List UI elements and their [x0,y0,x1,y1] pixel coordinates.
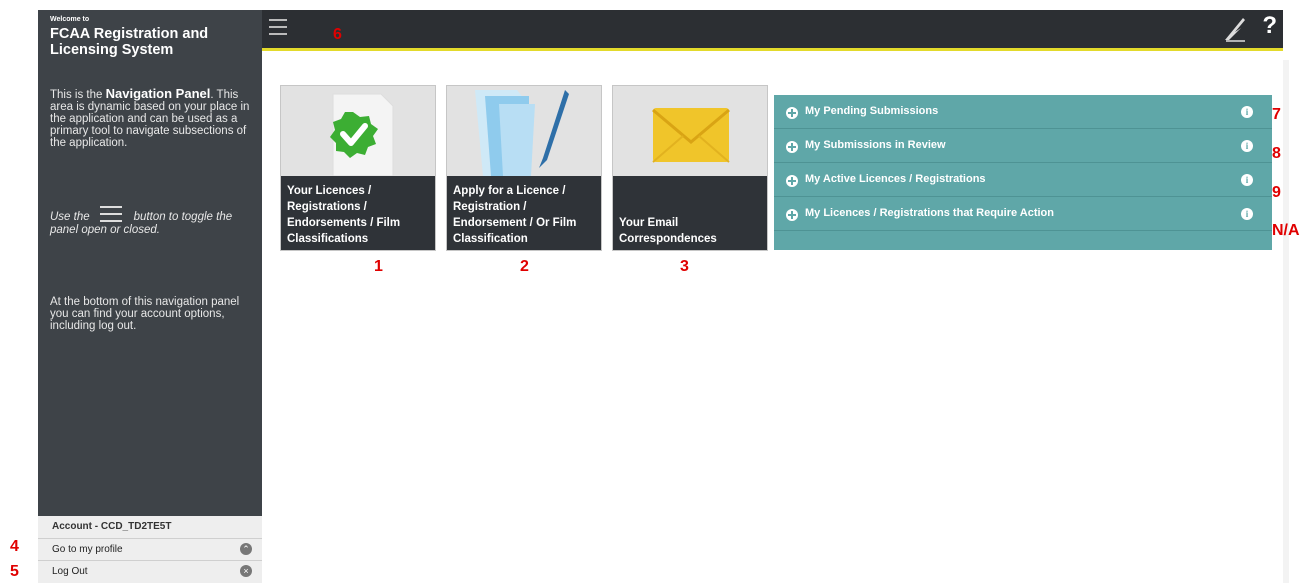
chevron-up-icon: ⌃ [240,543,252,555]
annotation-2: 2 [520,258,529,275]
expand-plus-icon [786,209,798,221]
account-section: Account - CCD_TD2TE5T Go to my profile ⌃ … [38,516,262,583]
navigation-panel: Welcome to FCAA Registration and Licensi… [38,10,262,583]
active-licences-row[interactable]: My Active Licences / Registrations i [774,163,1272,197]
row-label: My Licences / Registrations that Require… [805,207,1054,219]
annotation-6: 6 [333,26,342,43]
go-to-profile-link[interactable]: Go to my profile ⌃ [38,538,262,560]
panel-intro: This is the Navigation Panel. This area … [50,86,250,149]
help-button[interactable]: ? [1262,12,1277,40]
menu-toggle-button[interactable] [269,19,287,35]
expand-plus-icon [786,107,798,119]
top-bar: ? [262,10,1283,51]
menu-icon [99,206,122,222]
email-card[interactable]: Your Email Correspondences [612,85,768,251]
expand-plus-icon [786,175,798,187]
annotation-9: 9 [1272,184,1281,201]
annotation-3: 3 [680,258,689,275]
apply-card[interactable]: Apply for a Licence / Registration / End… [446,85,602,251]
card-label: Your Email Correspondences [613,176,767,250]
info-icon[interactable]: i [1241,140,1253,152]
card-label: Apply for a Licence / Registration / End… [447,176,601,250]
envelope-icon [652,108,730,163]
account-header: Account - CCD_TD2TE5T [52,521,172,532]
info-icon[interactable]: i [1241,208,1253,220]
annotation-na: N/A [1272,222,1300,239]
card-label: Your Licences / Registrations / Endorsem… [281,176,435,250]
annotation-8: 8 [1272,145,1281,162]
close-icon: × [240,565,252,577]
panel-bottom-note: At the bottom of this navigation panel y… [50,296,240,332]
app-title: FCAA Registration and Licensing System [50,26,209,58]
checkmark-document-icon [330,93,394,176]
log-out-link[interactable]: Log Out × [38,560,262,582]
require-action-row[interactable]: My Licences / Registrations that Require… [774,197,1272,231]
folder-pen-icon [475,90,569,176]
panel-toggle-hint: Use the button to toggle the panel open o… [50,206,260,237]
annotation-1: 1 [374,258,383,275]
scrollbar[interactable] [1283,60,1289,583]
annotation-7: 7 [1272,106,1281,123]
welcome-text: Welcome to [50,16,90,23]
row-label: My Active Licences / Registrations [805,173,986,185]
submissions-panel: My Pending Submissions i My Submissions … [774,95,1272,250]
pending-submissions-row[interactable]: My Pending Submissions i [774,95,1272,129]
annotation-4: 4 [10,538,19,555]
submissions-in-review-row[interactable]: My Submissions in Review i [774,129,1272,163]
annotation-5: 5 [10,563,19,580]
info-icon[interactable]: i [1241,106,1253,118]
row-label: My Pending Submissions [805,105,939,117]
logo-icon [1225,18,1245,42]
expand-plus-icon [786,141,798,153]
row-label: My Submissions in Review [805,139,946,151]
licences-card[interactable]: Your Licences / Registrations / Endorsem… [280,85,436,251]
info-icon[interactable]: i [1241,174,1253,186]
